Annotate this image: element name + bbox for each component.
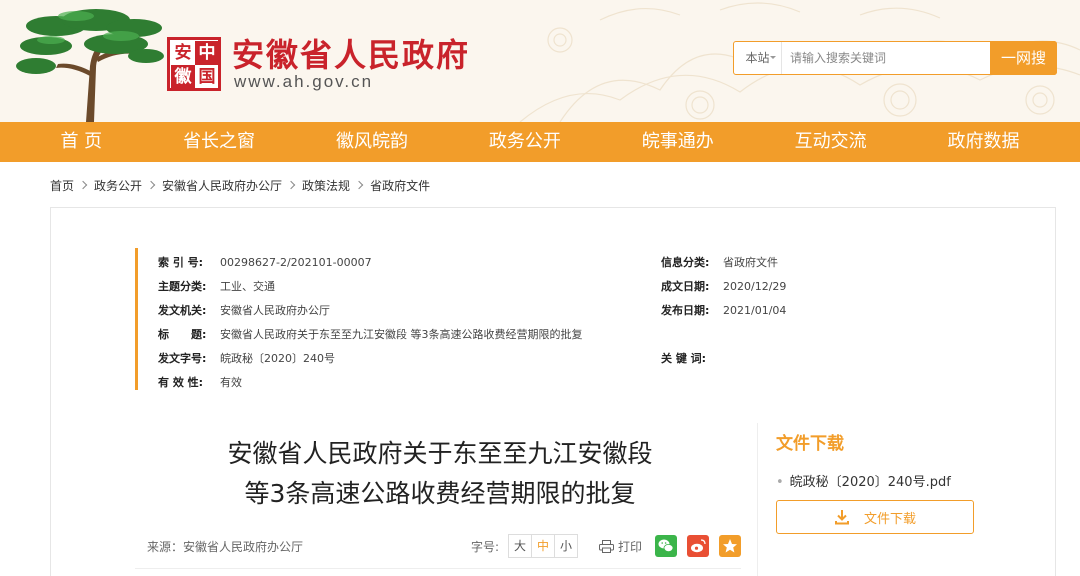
meta-key: 索 引 号: xyxy=(158,256,204,269)
print-button[interactable]: 打印 xyxy=(599,538,642,555)
wechat-icon xyxy=(658,539,674,552)
meta-value: 安徽省人民政府关于东至至九江安徽段 等3条高速公路收费经营期限的批复 xyxy=(220,328,583,341)
divider xyxy=(135,568,741,569)
font-size-large-button[interactable]: 大 xyxy=(508,534,532,558)
chevron-right-icon xyxy=(286,180,296,190)
meta-key: 标 题: xyxy=(158,328,207,341)
search-button[interactable]: 一网搜 xyxy=(990,41,1057,75)
font-size-medium-button[interactable]: 中 xyxy=(531,534,555,558)
chevron-right-icon xyxy=(78,180,88,190)
article-toolbar: 来源：安徽省人民政府办公厅 字号: 大 中 小 打印 xyxy=(147,534,741,560)
article-title-line: 安徽省人民政府关于东至至九江安徽段 xyxy=(227,439,653,468)
document-metadata: 索 引 号: 00298627-2/202101-00007 信息分类: 省政府文件… xyxy=(135,248,835,390)
meta-value: 省政府文件 xyxy=(723,256,778,269)
favorite-button[interactable] xyxy=(719,535,741,557)
meta-key: 有 效 性: xyxy=(158,376,204,389)
site-url: www.ah.gov.cn xyxy=(234,72,374,91)
download-button-label: 文件下载 xyxy=(863,511,916,527)
font-size-group: 大 中 小 xyxy=(508,534,578,558)
font-size-small-button[interactable]: 小 xyxy=(554,534,578,558)
print-label: 打印 xyxy=(618,540,643,554)
seal-char: 安 xyxy=(174,43,192,63)
seal-char: 徽 xyxy=(171,65,195,89)
meta-value: 安徽省人民政府办公厅 xyxy=(220,304,330,317)
meta-doc-no: 发文字号: 皖政秘〔2020〕240号 xyxy=(158,350,335,368)
main-nav: 首 页 省长之窗 徽风皖韵 政务公开 皖事通办 互动交流 政府数据 xyxy=(0,122,1080,162)
meta-index-no: 索 引 号: 00298627-2/202101-00007 xyxy=(158,254,372,272)
meta-validity: 有 效 性: 有效 xyxy=(158,374,242,392)
pine-tree-logo xyxy=(16,9,164,122)
printer-icon xyxy=(599,540,614,553)
nav-item-gov-affairs[interactable]: 政务公开 xyxy=(477,122,573,162)
nav-item-governor[interactable]: 省长之窗 xyxy=(171,122,267,162)
download-title: 文件下载 xyxy=(776,434,844,454)
meta-key: 信息分类: xyxy=(661,256,710,269)
seal-char: 中 xyxy=(195,41,219,65)
meta-issuer: 发文机关: 安徽省人民政府办公厅 xyxy=(158,302,330,320)
seal-char: 国 xyxy=(198,67,216,87)
breadcrumb-item[interactable]: 安徽省人民政府办公厅 xyxy=(162,177,282,194)
search-box: 本站 一网搜 xyxy=(733,41,1057,75)
content-box: 索 引 号: 00298627-2/202101-00007 信息分类: 省政府文件… xyxy=(50,207,1056,576)
meta-key: 发布日期: xyxy=(661,304,710,317)
breadcrumb-item[interactable]: 政务公开 xyxy=(94,177,142,194)
breadcrumb-item[interactable]: 省政府文件 xyxy=(370,177,430,194)
site-header: 安 中 徽 国 安徽省人民政府 www.ah.gov.cn 本站 一网搜 xyxy=(0,0,1080,122)
meta-key: 主题分类: xyxy=(158,280,207,293)
breadcrumb-item[interactable]: 政策法规 xyxy=(302,177,350,194)
nav-item-interaction[interactable]: 互动交流 xyxy=(783,122,879,162)
share-weibo-button[interactable] xyxy=(687,535,709,557)
download-file-link[interactable]: 皖政秘〔2020〕240号.pdf xyxy=(776,471,951,490)
meta-value: 工业、交通 xyxy=(220,280,275,293)
meta-published-date: 发布日期: 2021/01/04 xyxy=(661,302,786,320)
nav-item-home[interactable]: 首 页 xyxy=(48,122,114,162)
meta-title: 标 题: 安徽省人民政府关于东至至九江安徽段 等3条高速公路收费经营期限的批复 xyxy=(158,326,583,344)
article-title: 安徽省人民政府关于东至至九江安徽段 等3条高速公路收费经营期限的批复 xyxy=(135,434,745,514)
breadcrumb-item[interactable]: 首页 xyxy=(50,177,74,194)
article-source: 来源：安徽省人民政府办公厅 xyxy=(147,540,304,554)
meta-keywords: 关 键 词: xyxy=(661,350,723,368)
star-icon xyxy=(723,539,737,553)
meta-key: 发文字号: xyxy=(158,352,207,365)
gov-seal-logo: 安 中 徽 国 xyxy=(167,37,221,91)
share-wechat-button[interactable] xyxy=(655,535,677,557)
download-button[interactable]: 文件下载 xyxy=(776,500,974,534)
breadcrumb: 首页 政务公开 安徽省人民政府办公厅 政策法规 省政府文件 xyxy=(50,176,430,194)
search-input[interactable] xyxy=(790,42,990,74)
meta-value: 00298627-2/202101-00007 xyxy=(220,256,372,269)
search-scope-select[interactable]: 本站 xyxy=(734,42,782,74)
nav-item-culture[interactable]: 徽风皖韵 xyxy=(324,122,420,162)
meta-value: 皖政秘〔2020〕240号 xyxy=(220,352,335,365)
meta-created-date: 成文日期: 2020/12/29 xyxy=(661,278,786,296)
meta-key: 发文机关: xyxy=(158,304,207,317)
site-name[interactable]: 安徽省人民政府 xyxy=(232,30,470,76)
weibo-icon xyxy=(691,539,706,553)
download-panel: 文件下载 皖政秘〔2020〕240号.pdf 文件下载 xyxy=(757,423,997,576)
meta-topic: 主题分类: 工业、交通 xyxy=(158,278,275,296)
meta-key: 关 键 词: xyxy=(661,352,707,365)
meta-category: 信息分类: 省政府文件 xyxy=(661,254,778,272)
chevron-right-icon xyxy=(354,180,364,190)
meta-value: 有效 xyxy=(220,376,242,389)
meta-value: 2021/01/04 xyxy=(723,304,787,317)
meta-value: 2020/12/29 xyxy=(723,280,787,293)
font-size-label: 字号: xyxy=(471,540,500,554)
article-title-line: 等3条高速公路收费经营期限的批复 xyxy=(244,479,636,508)
chevron-right-icon xyxy=(146,180,156,190)
nav-item-services[interactable]: 皖事通办 xyxy=(630,122,726,162)
download-icon xyxy=(834,510,849,525)
nav-item-gov-data[interactable]: 政府数据 xyxy=(936,122,1032,162)
meta-key: 成文日期: xyxy=(661,280,710,293)
